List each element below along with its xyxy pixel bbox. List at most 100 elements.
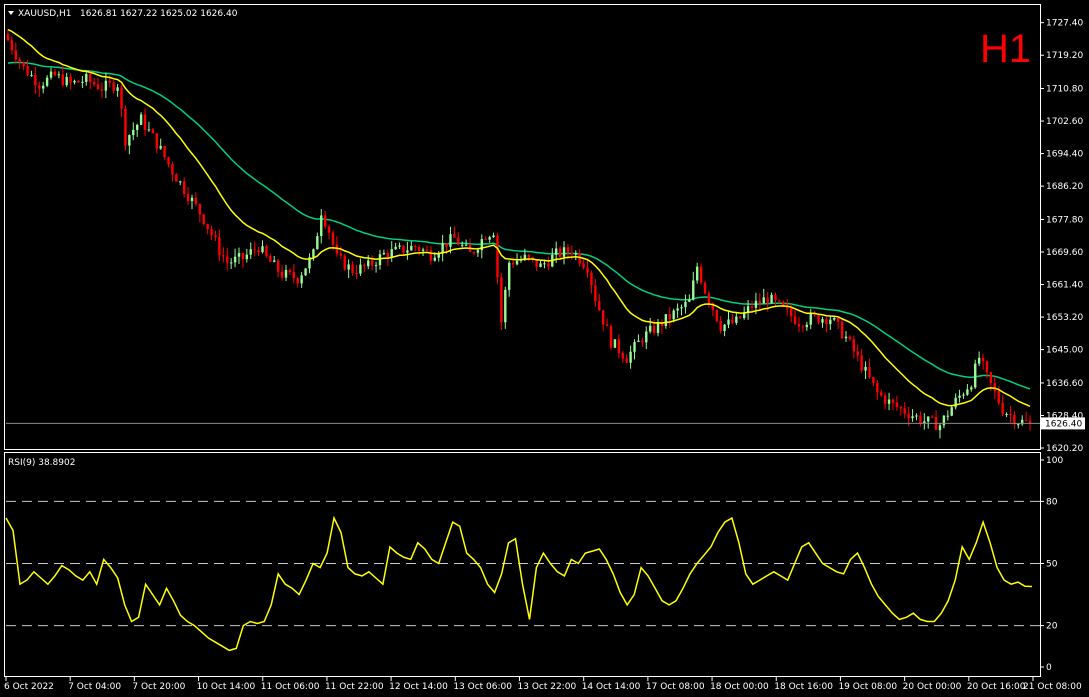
candle	[562, 241, 566, 265]
candle	[770, 292, 773, 304]
candle	[981, 353, 985, 370]
candle	[758, 293, 762, 310]
candle	[370, 255, 374, 271]
candle	[327, 224, 331, 239]
candle	[805, 321, 809, 331]
slow-moving-average	[7, 61, 1031, 390]
candle	[699, 263, 703, 285]
price-tick-label: 1653.20	[1046, 313, 1083, 323]
candle	[899, 405, 903, 416]
candle	[786, 299, 789, 316]
current-price-marker: 1626.40	[6, 417, 1085, 430]
candle	[92, 78, 96, 87]
candle	[864, 361, 867, 380]
candle	[504, 286, 507, 329]
rsi-tick-label: 80	[1046, 497, 1058, 507]
rsi-pane-frame	[4, 452, 1041, 677]
candle	[233, 248, 237, 268]
candle	[14, 42, 17, 65]
timeframe-badge: H1	[980, 27, 1031, 71]
candle	[159, 138, 162, 150]
candle	[598, 293, 601, 312]
candle	[801, 324, 805, 333]
candle	[69, 73, 72, 90]
candle	[680, 304, 683, 316]
candle	[715, 309, 718, 323]
time-tick-label: 11 Oct 06:00	[261, 682, 320, 692]
price-tick-label: 1710.80	[1046, 85, 1083, 95]
candle	[539, 260, 542, 268]
rsi-tick-label: 20	[1046, 622, 1058, 632]
candle	[390, 241, 393, 262]
time-tick-label: 19 Oct 08:00	[838, 682, 897, 692]
rsi-levels	[6, 500, 1040, 627]
candle	[335, 236, 339, 257]
time-axis: 6 Oct 2022 7 Oct 04:00 7 Oct 20:00 10 Oct 1…	[4, 677, 1082, 692]
rsi-line	[5, 515, 1033, 652]
candle	[625, 354, 628, 363]
candle	[609, 324, 613, 351]
candle	[594, 279, 597, 307]
candle	[257, 246, 260, 257]
candle	[601, 310, 605, 332]
candle	[265, 244, 268, 258]
candle	[124, 105, 127, 151]
candle	[241, 252, 245, 268]
candle	[966, 383, 969, 396]
candle	[844, 331, 848, 342]
price-pane-frame	[4, 4, 1041, 450]
candle	[186, 187, 190, 206]
candle	[300, 271, 303, 288]
candle	[848, 335, 852, 341]
rsi-tick-label: 50	[1046, 560, 1058, 570]
candle	[10, 36, 14, 55]
rsi-label: RSI(9) 38.8902	[8, 458, 75, 468]
candlestick-series[interactable]	[6, 29, 1032, 439]
candle	[429, 246, 433, 265]
candle	[155, 132, 158, 154]
candle	[261, 240, 264, 254]
candle	[202, 213, 205, 226]
price-tick-label: 1686.20	[1046, 182, 1083, 192]
price-tick-label: 1661.40	[1046, 281, 1083, 291]
candle	[42, 82, 45, 94]
slow-ma-line	[7, 61, 1031, 390]
candle	[304, 268, 307, 276]
candle	[617, 334, 621, 359]
candle	[829, 316, 832, 330]
candle	[273, 255, 276, 263]
candle	[962, 392, 965, 399]
candle	[656, 319, 660, 337]
candle	[61, 66, 64, 88]
candle	[774, 292, 777, 307]
candle	[143, 108, 147, 136]
candle	[707, 290, 711, 308]
candle	[793, 309, 797, 326]
candle	[621, 350, 624, 363]
candle	[229, 258, 233, 269]
price-tick-label: 1727.40	[1046, 19, 1083, 29]
candle	[237, 247, 241, 264]
candle	[488, 235, 491, 243]
candle	[1024, 411, 1028, 422]
candle	[206, 223, 209, 235]
time-tick-label: 10 Oct 14:00	[197, 682, 256, 692]
candle	[613, 339, 617, 348]
candle	[970, 385, 973, 392]
candle	[923, 413, 926, 430]
candle	[457, 232, 460, 246]
time-tick-label: 7 Oct 04:00	[68, 682, 121, 692]
candle	[394, 242, 397, 250]
time-tick-label: 6 Oct 2022	[4, 682, 54, 692]
candle	[81, 75, 84, 89]
candle	[472, 251, 476, 256]
candle	[417, 244, 421, 256]
time-tick-label: 20 Oct 16:00	[967, 682, 1026, 692]
chart-menu-triangle-icon[interactable]	[8, 11, 14, 15]
candle	[735, 311, 738, 325]
candle	[648, 318, 652, 334]
chart-window[interactable]: 1727.40 1719.20 1710.80 1702.60 1694.40 1686.…	[0, 0, 1089, 697]
candle	[441, 234, 444, 262]
candle	[194, 192, 198, 207]
time-tick-label: 13 Oct 22:00	[518, 682, 577, 692]
